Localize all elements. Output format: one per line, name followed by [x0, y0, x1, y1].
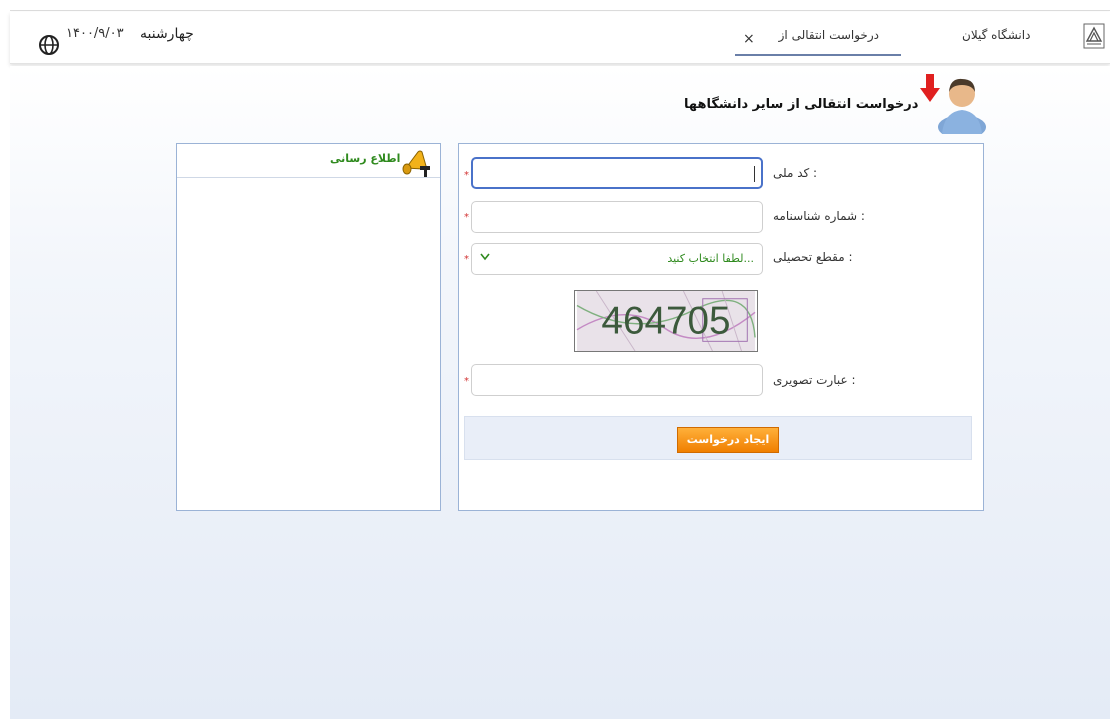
- notice-panel-header: [177, 144, 440, 178]
- required-mark: *: [464, 376, 469, 387]
- globe-icon[interactable]: [38, 34, 60, 56]
- tab-label: درخواست انتقالی از: [778, 28, 879, 42]
- chevron-down-icon[interactable]: [480, 253, 490, 261]
- required-mark: *: [464, 254, 469, 265]
- university-logo-icon[interactable]: [1083, 23, 1105, 49]
- page-title: درخواست انتقالی از سایر دانشگاهها: [684, 97, 919, 112]
- notice-panel-title: اطلاع رسانی: [330, 152, 401, 165]
- university-name[interactable]: دانشگاه گیلان: [962, 28, 1030, 42]
- notice-panel: [176, 143, 441, 511]
- close-icon[interactable]: ×: [743, 31, 755, 47]
- current-weekday: چهارشنبه: [140, 26, 194, 42]
- captcha-image: 464705: [574, 290, 758, 352]
- megaphone-icon: [402, 150, 430, 177]
- national-code-input[interactable]: [471, 157, 763, 189]
- create-request-button[interactable]: ایجاد درخواست: [677, 427, 779, 453]
- captcha-input[interactable]: [471, 364, 763, 396]
- text-cursor: [754, 166, 755, 182]
- degree-label: مقطع تحصیلی :: [773, 250, 853, 264]
- current-date: ۱۴۰۰/۹/۰۳: [66, 26, 124, 41]
- user-download-icon: [920, 74, 986, 134]
- captcha-text: 464705: [601, 300, 730, 343]
- id-number-input[interactable]: [471, 201, 763, 233]
- required-mark: *: [464, 170, 469, 181]
- degree-selected-value: لطفا انتخاب کنید...: [667, 252, 754, 265]
- degree-select[interactable]: لطفا انتخاب کنید...: [471, 243, 763, 275]
- required-mark: *: [464, 212, 469, 223]
- top-divider: [10, 10, 1110, 11]
- captcha-label: عبارت تصویری :: [773, 373, 856, 387]
- tab-transfer-request[interactable]: × درخواست انتقالی از: [735, 20, 901, 56]
- national-code-label: کد ملی :: [773, 166, 818, 180]
- id-number-label: شماره شناسنامه :: [773, 209, 865, 223]
